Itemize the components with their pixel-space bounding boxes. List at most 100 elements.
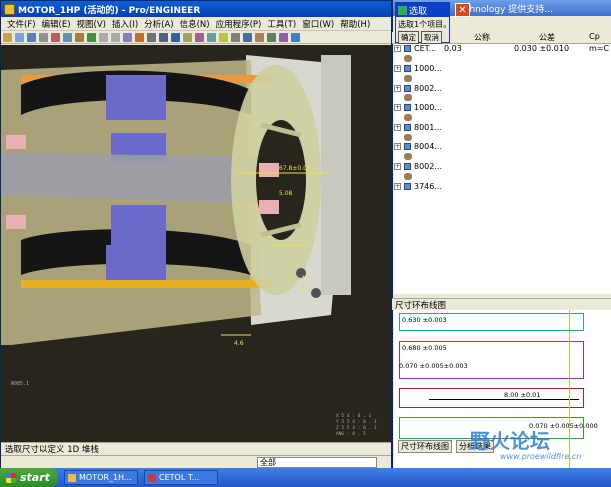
close-icon[interactable]: ✕ (455, 3, 470, 17)
bearing-right-top (259, 163, 279, 177)
expand-icon[interactable]: + (394, 143, 401, 151)
expand-icon[interactable]: + (394, 64, 401, 72)
ok-button[interactable]: 确定 (398, 31, 419, 44)
tab-stack-diagram[interactable]: 尺寸环布线图 (398, 440, 452, 453)
part-row[interactable] (394, 93, 611, 103)
paste-icon[interactable] (75, 32, 84, 42)
menu-help[interactable]: 帮助(H) (337, 18, 373, 30)
cut-icon[interactable] (51, 32, 60, 42)
part-icon (404, 94, 412, 102)
dim-label-mid[interactable]: 5.08 (279, 190, 293, 197)
zoom-in-icon[interactable] (99, 32, 108, 42)
part-row[interactable] (394, 171, 611, 181)
dimension-icon (404, 104, 411, 112)
bearing-left-top (6, 135, 26, 149)
expand-icon[interactable]: + (394, 162, 401, 170)
part-row[interactable] (394, 113, 611, 123)
expand-icon[interactable]: + (394, 182, 401, 190)
column-cp[interactable]: Cp (582, 32, 607, 43)
column-nominal[interactable]: 公称 (452, 32, 512, 43)
layer-icon[interactable] (279, 32, 288, 42)
print-icon[interactable] (39, 32, 48, 42)
save-icon[interactable] (27, 32, 36, 42)
part-icon (404, 133, 412, 141)
menu-info[interactable]: 信息(N) (177, 18, 213, 30)
part-icon (404, 113, 412, 121)
part-row[interactable] (394, 132, 611, 142)
menu-window[interactable]: 窗口(W) (299, 18, 337, 30)
dimension-icon (404, 143, 411, 151)
table-row[interactable]: + 1000... (394, 103, 611, 113)
menu-analysis[interactable]: 分析(A) (141, 18, 176, 30)
cetol-app-icon (148, 473, 156, 482)
menu-tools[interactable]: 工具(T) (264, 18, 299, 30)
menubar: 文件(F) 编辑(E) 视图(V) 插入(I) 分析(A) 信息(N) 应用程序… (1, 17, 391, 31)
dimension-icon (404, 123, 411, 131)
select-dialog-titlebar[interactable]: 选取 (396, 3, 449, 17)
taskbar: start MOTOR_1H... CETOL T... (0, 468, 611, 487)
proe-main-window: MOTOR_1HP (活动的) - Pro/ENGINEER 文件(F) 编辑(… (0, 0, 392, 468)
wireframe-icon[interactable] (147, 32, 156, 42)
menu-file[interactable]: 文件(F) (4, 18, 39, 30)
expand-icon[interactable]: + (394, 104, 401, 112)
expand-icon[interactable]: + (394, 123, 401, 131)
viewport-corner-text: W985.1 (11, 381, 29, 387)
open-icon[interactable] (15, 32, 24, 42)
main-toolbar (1, 31, 391, 44)
menu-view[interactable]: 视图(V) (74, 18, 109, 30)
stack-label-2b: 0.070 ±0.005±0.003 (399, 362, 468, 370)
check-icon (398, 5, 407, 15)
table-row[interactable]: + 8002... (394, 162, 611, 172)
hidden-line-icon[interactable] (159, 32, 168, 42)
measure-icon[interactable] (267, 32, 276, 42)
expand-icon[interactable]: + (394, 45, 401, 53)
filter-dropdown[interactable]: 全部 (257, 456, 377, 468)
shading-icon[interactable] (135, 32, 144, 42)
column-tolerance[interactable]: 公差 (512, 32, 582, 43)
sketch-icon[interactable] (255, 32, 264, 42)
part-row[interactable] (394, 54, 611, 64)
help-context-icon[interactable] (291, 32, 300, 42)
csys-line: Z 5 5 4 : 0 . 1 (336, 425, 377, 431)
dim-label-bottom[interactable]: 4.6 (234, 340, 244, 347)
refit-icon[interactable] (123, 32, 132, 42)
status-bar: 全部 (1, 455, 391, 468)
regenerate-icon[interactable] (87, 32, 96, 42)
start-button[interactable]: start (0, 468, 58, 487)
proe-app-icon (68, 473, 76, 482)
orient-icon[interactable] (243, 32, 252, 42)
menu-insert[interactable]: 插入(I) (109, 18, 141, 30)
stack-box-3[interactable] (399, 388, 584, 408)
table-row[interactable]: + 3746... (394, 181, 611, 191)
part-row[interactable] (394, 73, 611, 83)
datum-axis-icon[interactable] (195, 32, 204, 42)
datum-plane-icon[interactable] (183, 32, 192, 42)
table-row[interactable]: + 8004... (394, 142, 611, 152)
dim-label-top[interactable]: 67.8±0.05 (279, 165, 311, 172)
table-row[interactable]: + 1000... (394, 64, 611, 74)
expand-icon[interactable]: + (394, 84, 401, 92)
csys-icon[interactable] (219, 32, 228, 42)
dim-label-right1[interactable]: 4.4 (301, 275, 311, 282)
prompt-message: 选取尺寸以定义 1D 堆栈 (5, 445, 99, 455)
zoom-out-icon[interactable] (111, 32, 120, 42)
menu-edit[interactable]: 编辑(E) (39, 18, 74, 30)
datum-point-icon[interactable] (207, 32, 216, 42)
table-row[interactable]: + 8002... (394, 83, 611, 93)
new-icon[interactable] (3, 32, 12, 42)
table-row[interactable]: + CET... 0.03 0.030 ±0.010 m=C (394, 44, 611, 54)
taskbar-item-cetol[interactable]: CETOL T... (144, 470, 218, 485)
part-row[interactable] (394, 152, 611, 162)
stack-label-3: 8.00 ±0.01 (504, 391, 541, 399)
main-titlebar[interactable]: MOTOR_1HP (活动的) - Pro/ENGINEER (1, 1, 391, 17)
spin-center-icon[interactable] (231, 32, 240, 42)
cancel-button[interactable]: 取消 (421, 31, 442, 44)
graphics-viewport[interactable]: 67.8±0.05 5.08 4.4 2.0 4.6 W985.1 X 5 4 … (1, 45, 391, 442)
select-dialog-title: 选取 (409, 6, 428, 17)
taskbar-item-motor[interactable]: MOTOR_1H... (64, 470, 138, 485)
table-row[interactable]: + 8001... (394, 122, 611, 132)
menu-applications[interactable]: 应用程序(P) (213, 18, 265, 30)
dim-label-right2[interactable]: 2.0 (301, 285, 311, 292)
view-manager-icon[interactable] (171, 32, 180, 42)
copy-icon[interactable] (63, 32, 72, 42)
